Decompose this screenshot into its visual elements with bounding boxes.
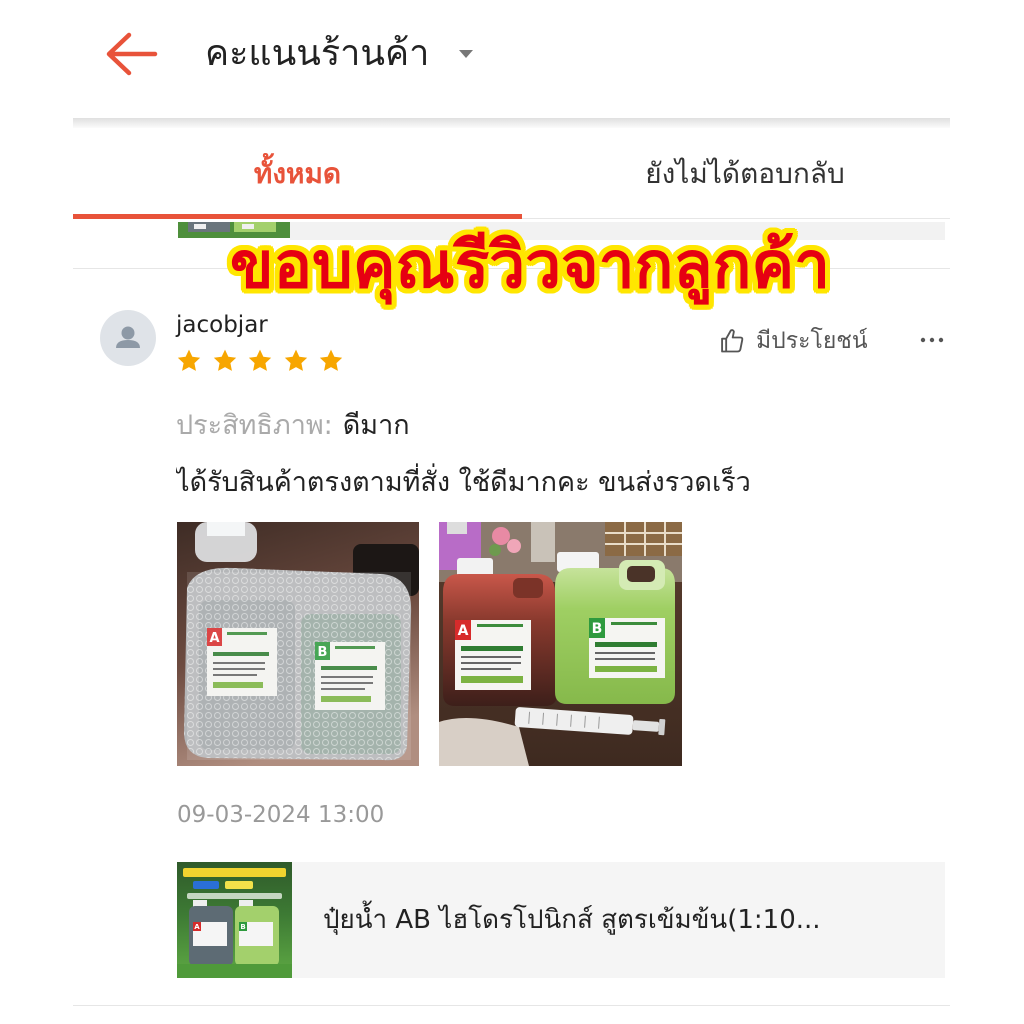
active-tab-indicator <box>73 214 522 219</box>
attribute-label: ประสิทธิภาพ: <box>176 410 333 441</box>
divider <box>73 1005 950 1006</box>
user-icon <box>116 326 140 348</box>
helpful-button[interactable]: มีประโยชน์ <box>718 324 868 358</box>
helpful-label: มีประโยชน์ <box>756 328 868 354</box>
star-icon <box>176 348 202 374</box>
product-thumbnail: A B <box>177 862 292 978</box>
tab-all[interactable]: ทั้งหมด <box>73 130 522 218</box>
review-photo[interactable]: A B <box>177 522 419 766</box>
star-rating <box>176 348 354 376</box>
star-icon <box>247 348 273 374</box>
bottle-label-a: A <box>458 623 469 639</box>
reviewer-name: jacobjar <box>176 312 268 338</box>
caret-down-icon <box>459 50 474 58</box>
bottle-label-a: A <box>194 923 200 931</box>
review-photo[interactable]: A B <box>439 522 682 766</box>
thumbs-up-icon <box>721 329 744 353</box>
review-timestamp: 09-03-2024 13:00 <box>177 802 385 828</box>
thank-you-banner: ขอบคุณรีวิวจากลูกค้า <box>229 229 831 303</box>
header-shadow <box>73 118 950 128</box>
attribute-value: ดีมาก <box>342 410 410 441</box>
star-icon <box>212 348 238 374</box>
tab-bar-divider <box>522 218 950 219</box>
arrow-left-icon <box>106 32 158 76</box>
bottle-label-b: B <box>592 621 603 637</box>
bottle-label-b: B <box>240 923 245 931</box>
tab-unreplied[interactable]: ยังไม่ได้ตอบกลับ <box>522 130 968 218</box>
back-button[interactable] <box>100 28 160 80</box>
more-options-button[interactable] <box>918 330 946 350</box>
shop-rating-dropdown[interactable]: คะแนนร้านค้า <box>195 24 474 84</box>
review-comment: ได้รับสินค้าตรงตามที่สั่ง ใช้ดีมากคะ ขนส… <box>176 467 751 498</box>
page-title: คะแนนร้านค้า <box>205 33 430 74</box>
more-horizontal-icon <box>920 337 944 343</box>
product-name: ปุ๋ยน้ำ AB ไฮโดรโปนิกส์ สูตรเข้มข้น(1:10… <box>323 905 821 935</box>
avatar <box>100 310 156 366</box>
star-icon <box>318 348 344 374</box>
product-card[interactable]: A B ปุ๋ยน้ำ AB ไฮโดรโปนิกส์ สูตรเข้มข้น(… <box>177 862 945 978</box>
review-attribute: ประสิทธิภาพ: ดีมาก <box>176 406 410 446</box>
star-icon <box>283 348 309 374</box>
